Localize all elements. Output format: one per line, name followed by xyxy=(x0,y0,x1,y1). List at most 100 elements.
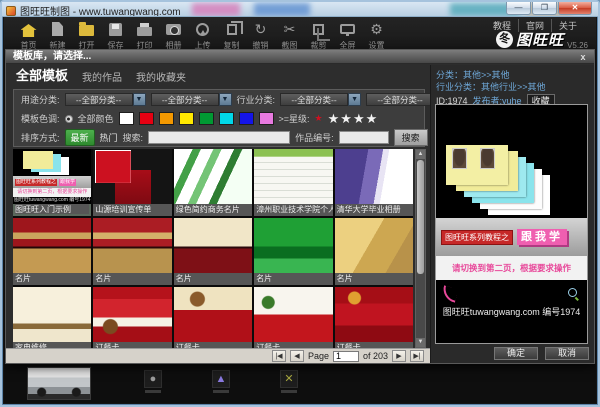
toolbar-copy-button[interactable]: 复制 xyxy=(217,20,246,51)
aero-blur-blob xyxy=(192,3,240,16)
chevron-down-icon[interactable]: ▼ xyxy=(132,93,146,106)
color-swatch-cyan[interactable] xyxy=(218,112,234,125)
print-icon xyxy=(137,22,152,36)
tab-my-works[interactable]: 我的作品 xyxy=(82,69,122,87)
tab-my-favorites[interactable]: 我的收藏夹 xyxy=(136,69,186,87)
color-swatch-orange[interactable] xyxy=(158,112,174,125)
page-count-label: of 203 xyxy=(362,351,388,361)
all-colors-radio[interactable]: ● xyxy=(64,114,73,123)
template-thumb-selected[interactable]: 图旺旺系列教程之 跟我学 请切换到第二页，根据要求操作 图旺旺tuwangwan… xyxy=(13,149,92,216)
toolbar-save-button[interactable]: 保存 xyxy=(101,20,130,51)
scrollbar-thumb[interactable] xyxy=(417,160,424,275)
toolbar-open-button[interactable]: 打开 xyxy=(72,20,101,51)
next-page-button[interactable]: ▶ xyxy=(392,350,406,362)
last-page-button[interactable]: ▶| xyxy=(410,350,424,362)
toolbar-undo-button[interactable]: ↻ 撤销 xyxy=(246,20,275,51)
template-thumb[interactable]: 山源培训宣传单 xyxy=(93,149,172,216)
scroll-down-icon[interactable]: ▼ xyxy=(416,338,425,347)
search-button[interactable]: 搜索 xyxy=(393,129,428,146)
toolbar-print-button[interactable]: 打印 xyxy=(130,20,159,51)
thumb-art xyxy=(13,287,92,342)
dropdown-value: --全部分类-- xyxy=(280,93,349,106)
taskbar-icon-dot[interactable]: ● xyxy=(144,370,162,388)
page-number-input[interactable] xyxy=(332,350,359,362)
minimize-button[interactable]: — xyxy=(506,2,531,15)
template-thumb[interactable]: 名片 xyxy=(334,218,413,285)
chevron-down-icon[interactable]: ▼ xyxy=(218,93,232,106)
toolbar-fullscreen-button[interactable]: 全屏 xyxy=(333,20,362,51)
template-thumb[interactable]: 清华大学毕业相册 xyxy=(334,149,413,216)
usage-category-dropdown-2[interactable]: --全部分类-- ▼ xyxy=(150,93,232,106)
cancel-button[interactable]: 取消 xyxy=(545,347,589,360)
toolbar-home-button[interactable]: 首页 xyxy=(14,20,43,51)
template-thumb[interactable]: 名片 xyxy=(254,218,333,285)
chevron-down-icon[interactable]: ▼ xyxy=(348,93,362,106)
crop-icon xyxy=(313,23,330,41)
close-button[interactable]: ✕ xyxy=(558,2,592,15)
star-rating-icons[interactable]: ★★★★ xyxy=(328,111,379,127)
dropdown-value: --全部分类-- xyxy=(64,93,133,106)
thumb-art xyxy=(173,149,253,204)
template-thumb[interactable]: 漳州职业技术学院个人简历 xyxy=(254,149,333,216)
template-thumb[interactable]: 订餐卡 xyxy=(93,287,172,348)
star-filter-label: >=星级: xyxy=(278,114,310,124)
grid-scrollbar[interactable]: ▲ ▼ xyxy=(415,149,426,348)
template-thumb[interactable]: 名片 xyxy=(173,218,253,285)
template-label: 名片 xyxy=(13,273,92,285)
window-titlebar[interactable]: 图旺旺制图 - www.tuwangwang.com — ❐ ✕ xyxy=(2,2,598,17)
prev-page-button[interactable]: ◀ xyxy=(289,350,304,362)
toolbar-crop-button[interactable]: 裁剪 xyxy=(304,20,333,51)
maximize-button[interactable]: ❐ xyxy=(532,2,557,15)
scroll-up-icon[interactable]: ▲ xyxy=(416,150,425,159)
usage-category-dropdown-1[interactable]: --全部分类-- ▼ xyxy=(64,93,146,106)
ok-button[interactable]: 确定 xyxy=(494,347,538,360)
link-tutorial[interactable]: 教程 xyxy=(486,19,519,32)
color-swatch-white[interactable] xyxy=(118,112,134,125)
toolbar-snip-button[interactable]: ✂ 截图 xyxy=(275,20,304,51)
template-thumb[interactable]: 订餐卡 xyxy=(334,287,413,348)
industry-category-dropdown-1[interactable]: --全部分类-- ▼ xyxy=(280,93,362,106)
toolbar-album-button[interactable]: 相册 xyxy=(159,20,188,51)
work-id-input[interactable] xyxy=(338,131,389,144)
template-thumb[interactable]: 名片 xyxy=(13,218,92,285)
taskbar-icon-cross[interactable]: ✕ xyxy=(280,370,298,388)
toolbar-upload-button[interactable]: 上传 xyxy=(188,20,217,51)
taskbar-icon-mountain[interactable]: ▲ xyxy=(212,370,230,388)
link-about[interactable]: 关于 xyxy=(552,19,584,32)
sort-newest-button[interactable]: 最新 xyxy=(64,129,95,146)
screen: 图旺旺制图 - www.tuwangwang.com — ❐ ✕ 首页 新建 打… xyxy=(0,0,600,407)
color-swatch-blue[interactable] xyxy=(238,112,254,125)
link-official-site[interactable]: 官网 xyxy=(519,19,552,32)
color-swatch-yellow[interactable] xyxy=(178,112,194,125)
template-thumb[interactable]: 绿色简约商务名片 xyxy=(173,149,253,216)
tab-bar: 全部模板 我的作品 我的收藏夹 xyxy=(16,65,186,87)
monitor-icon xyxy=(340,24,355,36)
camera-icon xyxy=(166,23,181,35)
star-icon-red[interactable]: ★ xyxy=(315,113,323,124)
tab-all-templates[interactable]: 全部模板 xyxy=(16,65,68,87)
template-thumb[interactable]: 家电维修 xyxy=(13,287,92,348)
thumb-art xyxy=(23,151,53,169)
open-folder-icon xyxy=(79,22,94,36)
color-swatch-green[interactable] xyxy=(198,112,214,125)
color-swatch-violet[interactable] xyxy=(258,112,274,125)
dialog-close-icon[interactable]: x xyxy=(577,51,589,63)
car-photo-thumbnail[interactable] xyxy=(27,367,91,400)
color-swatch-red[interactable] xyxy=(138,112,154,125)
first-page-button[interactable]: |◀ xyxy=(271,350,286,362)
toolbar-settings-button[interactable]: ⚙ 设置 xyxy=(362,20,391,51)
preview-category-line: 分类：其他>>其他 xyxy=(436,70,510,80)
toolbar-new-button[interactable]: 新建 xyxy=(43,20,72,51)
template-thumb[interactable]: 订餐卡 xyxy=(173,287,253,348)
thumb-footer-text: 图旺旺tuwangwang.com 编号1974 xyxy=(13,197,91,203)
sort-hot-button[interactable]: 热门 xyxy=(100,131,118,144)
template-thumb[interactable]: 订餐卡 xyxy=(254,287,333,348)
search-label: 搜索: xyxy=(122,133,144,143)
template-browser-pane: 全部模板 我的作品 我的收藏夹 用途分类: --全部分类-- ▼ --全部分类-… xyxy=(6,65,448,363)
template-thumb[interactable]: 名片 xyxy=(93,218,172,285)
template-label: 图旺旺入门示例 xyxy=(13,204,92,216)
thumb-art: 图旺旺系列教程之 跟我学 xyxy=(13,176,92,188)
dialog-header[interactable]: 模板库，请选择... x xyxy=(6,50,594,64)
search-input[interactable] xyxy=(148,131,291,144)
all-colors-label: 全部颜色 xyxy=(77,114,114,124)
